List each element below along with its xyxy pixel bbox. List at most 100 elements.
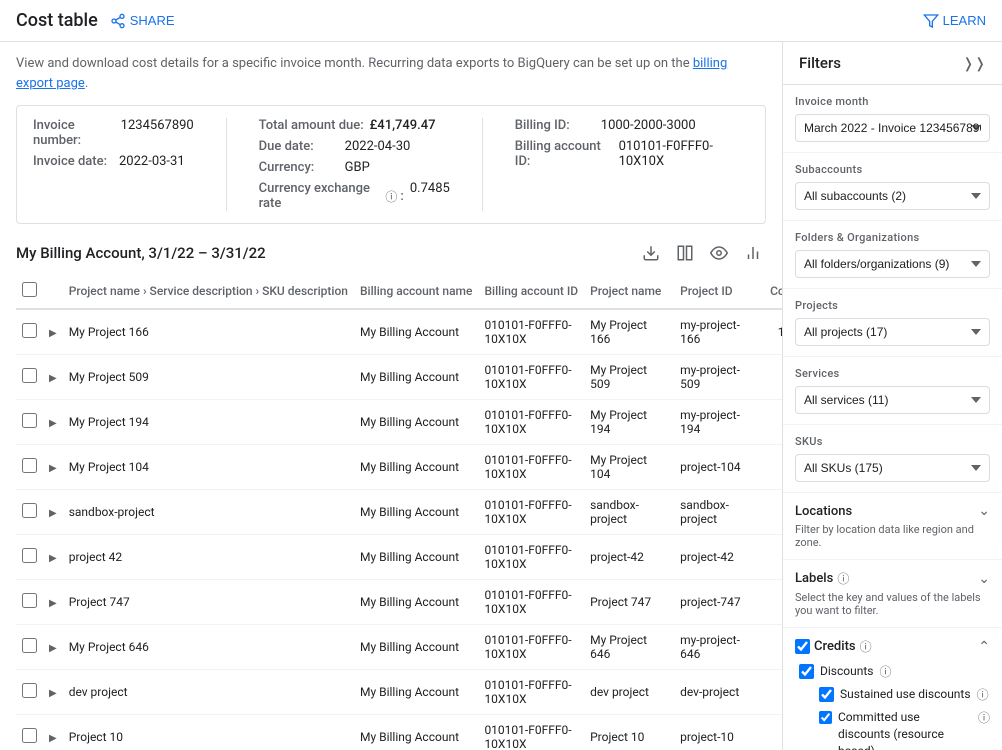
row-checkbox[interactable] [22, 593, 37, 608]
labels-header[interactable]: Labels ⓘ ⌄ [795, 570, 990, 587]
row-project: Project 10 [63, 715, 354, 750]
row-cost: 2547.98 [764, 445, 782, 490]
sustained-checkbox[interactable] [819, 687, 834, 702]
credits-collapse-icon[interactable]: ⌃ [978, 639, 990, 655]
columns-button[interactable] [672, 240, 698, 266]
sustained-item: Sustained use discounts ⓘ [819, 686, 990, 703]
credits-items: Discounts ⓘ Sustained use discounts ⓘ Co… [795, 663, 990, 750]
row-cost: 779.78 [764, 715, 782, 750]
row-expand-cell[interactable]: ▶ [43, 355, 63, 400]
row-expand-cell[interactable]: ▶ [43, 309, 63, 355]
total-amount-row: Total amount due: £41,749.47 [259, 118, 450, 133]
data-table: Project name › Service description › SKU… [16, 274, 782, 750]
row-expand-cell[interactable]: ▶ [43, 715, 63, 750]
credits-help-icon[interactable]: ⓘ [860, 638, 872, 655]
table-row: ▶ Project 10 My Billing Account 010101-F… [16, 715, 782, 750]
filters-panel: Filters ❭❭ Invoice month March 2022 - In… [782, 42, 1002, 750]
row-expand-cell[interactable]: ▶ [43, 535, 63, 580]
invoice-col-3: Billing ID: 1000-2000-3000 Billing accou… [515, 118, 749, 211]
services-select[interactable]: All services (11) [795, 386, 990, 414]
header-project-name: Project name [584, 274, 674, 309]
header-billing-name: Billing account name [354, 274, 478, 309]
row-checkbox[interactable] [22, 503, 37, 518]
row-billing-id: 010101-F0FFF0-10X10X [478, 309, 584, 355]
row-billing-id: 010101-F0FFF0-10X10X [478, 445, 584, 490]
row-project-id: my-project-166 [674, 309, 764, 355]
projects-select[interactable]: All projects (17) [795, 318, 990, 346]
row-billing-name: My Billing Account [354, 580, 478, 625]
filters-title: Filters [799, 54, 841, 72]
labels-help-icon[interactable]: ⓘ [837, 570, 849, 587]
header-project-id: Project ID [674, 274, 764, 309]
row-expand-cell[interactable]: ▶ [43, 670, 63, 715]
sustained-help-icon[interactable]: ⓘ [977, 686, 989, 703]
expand-icon: ▶ [49, 373, 57, 384]
header-cost: Cost (£) ▼ [764, 274, 782, 309]
chart-button[interactable] [740, 240, 766, 266]
credits-checkbox[interactable] [795, 639, 810, 654]
header-project: Project name › Service description › SKU… [63, 274, 354, 309]
row-project: My Project 646 [63, 625, 354, 670]
row-project-name: My Project 194 [584, 400, 674, 445]
select-all-checkbox[interactable] [22, 282, 37, 297]
table-row: ▶ dev project My Billing Account 010101-… [16, 670, 782, 715]
download-button[interactable] [638, 240, 664, 266]
row-expand-cell[interactable]: ▶ [43, 625, 63, 670]
row-checkbox-cell [16, 715, 43, 750]
page-title: Cost table [16, 10, 98, 31]
row-checkbox[interactable] [22, 728, 37, 743]
row-cost: 906.06 [764, 580, 782, 625]
filters-collapse-button[interactable]: ❭❭ [963, 55, 986, 72]
row-checkbox-cell [16, 580, 43, 625]
row-checkbox[interactable] [22, 638, 37, 653]
exchange-rate-help-icon[interactable]: ⓘ [385, 188, 397, 205]
billing-account-id-row: Billing account ID: 010101-F0FFF0-10X10X [515, 139, 749, 169]
locations-header[interactable]: Locations ⌄ [795, 503, 990, 519]
row-checkbox[interactable] [22, 458, 37, 473]
row-expand-cell[interactable]: ▶ [43, 400, 63, 445]
row-project-name: sandbox-project [584, 490, 674, 535]
row-checkbox[interactable] [22, 683, 37, 698]
subaccounts-select[interactable]: All subaccounts (2) [795, 182, 990, 210]
header-billing-id: Billing account ID [478, 274, 584, 309]
share-button[interactable]: SHARE [110, 13, 175, 29]
description-text: View and download cost details for a spe… [16, 54, 766, 93]
folders-select[interactable]: All folders/organizations (9) [795, 250, 990, 278]
committed-help-icon[interactable]: ⓘ [978, 709, 990, 726]
header-checkbox-cell [16, 274, 43, 309]
download-icon [642, 244, 660, 262]
row-cost: 1641.04 [764, 535, 782, 580]
row-expand-cell[interactable]: ▶ [43, 490, 63, 535]
row-checkbox[interactable] [22, 548, 37, 563]
expand-icon: ▶ [49, 553, 57, 564]
expand-icon: ▶ [49, 463, 57, 474]
main-layout: View and download cost details for a spe… [0, 42, 1002, 750]
row-expand-cell[interactable]: ▶ [43, 445, 63, 490]
invoice-number-row: Invoice number: 1234567890 [33, 118, 194, 148]
expand-icon: ▶ [49, 688, 57, 699]
row-checkbox-cell [16, 400, 43, 445]
discounts-help-icon[interactable]: ⓘ [879, 663, 891, 680]
learn-button[interactable]: LEARN [923, 13, 986, 29]
row-checkbox[interactable] [22, 323, 37, 338]
row-billing-name: My Billing Account [354, 535, 478, 580]
sub-credits: Sustained use discounts ⓘ Committed use … [799, 686, 990, 750]
filter-skus: SKUs All SKUs (175) [783, 425, 1002, 493]
discounts-checkbox[interactable] [799, 664, 814, 679]
row-billing-name: My Billing Account [354, 309, 478, 355]
row-project-name: My Project 104 [584, 445, 674, 490]
invoice-month-select[interactable]: March 2022 - Invoice 1234567890 [795, 114, 990, 142]
row-expand-cell[interactable]: ▶ [43, 580, 63, 625]
row-project-name: Project 10 [584, 715, 674, 750]
table-row: ▶ My Project 166 My Billing Account 0101… [16, 309, 782, 355]
filter-locations: Locations ⌄ Filter by location data like… [783, 493, 1002, 560]
learn-icon [923, 13, 939, 29]
committed-checkbox[interactable] [819, 710, 832, 725]
filter-services: Services All services (11) [783, 357, 1002, 425]
row-project-name: My Project 509 [584, 355, 674, 400]
skus-select[interactable]: All SKUs (175) [795, 454, 990, 482]
row-checkbox[interactable] [22, 413, 37, 428]
header-expand-cell [43, 274, 63, 309]
row-checkbox[interactable] [22, 368, 37, 383]
visibility-button[interactable] [706, 240, 732, 266]
